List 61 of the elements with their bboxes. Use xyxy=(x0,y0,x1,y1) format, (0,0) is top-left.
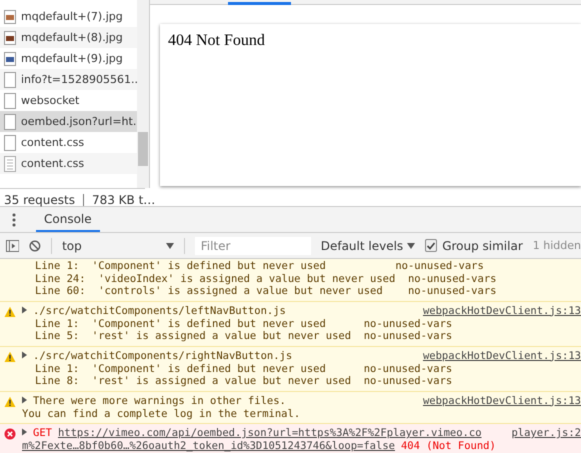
warning-icon xyxy=(4,396,16,408)
url-link[interactable]: https://vimeo.com/api/oembed.json?url=https%3A%2F%2Fplayer.vimeo.co xyxy=(58,427,482,440)
expand-icon xyxy=(21,306,28,314)
image-file-icon xyxy=(4,10,16,24)
file-icon xyxy=(4,114,16,130)
message-text: ./src/watchitComponents/rightNavButton.js xyxy=(33,350,292,362)
warning-line: Line 1: 'Component' is defined but never used no-unused-vars xyxy=(34,260,485,272)
warning-line: Line 5: 'rest' is assigned a value but never used no-unused-vars xyxy=(34,330,454,344)
image-file-icon xyxy=(4,52,16,66)
file-icon xyxy=(4,92,16,108)
summary-text: 35 requests xyxy=(4,192,75,206)
image-file-icon xyxy=(4,30,16,44)
request-name: websocket xyxy=(21,94,80,107)
source-link[interactable]: webpackHotDevClient.js:13 xyxy=(422,304,581,317)
request-row[interactable]: mqdefault+(8).jpg xyxy=(0,27,137,48)
request-row[interactable]: info?t=1528905561.. xyxy=(0,69,137,90)
request-method: GET xyxy=(33,427,52,440)
summary-text: 783 KB t… xyxy=(92,192,156,206)
scrollbar[interactable] xyxy=(137,0,149,188)
clear-icon[interactable] xyxy=(29,238,42,252)
request-name: mqdefault+(8).jpg xyxy=(21,31,123,44)
checkbox-label: Group similar xyxy=(442,238,523,252)
checkbox[interactable] xyxy=(425,239,438,252)
request-name: mqdefault+(9).jpg xyxy=(21,52,123,65)
request-row[interactable]: oembed.json?url=ht. xyxy=(0,111,137,132)
request-name: info?t=1528905561.. xyxy=(21,73,137,86)
request-row[interactable]: content.css xyxy=(0,153,137,174)
source-link[interactable]: webpackHotDevClient.js:13 xyxy=(422,394,581,407)
message-text: You can find a complete log in the terminal. xyxy=(21,408,302,422)
expand-icon xyxy=(21,428,28,436)
source-link[interactable]: webpackHotDevClient.js:13 xyxy=(422,350,581,362)
hidden-count: 1 hidden xyxy=(532,239,581,252)
levels-dropdown[interactable]: Default levels xyxy=(320,238,416,252)
warning-line: Line 1: 'Component' is defined but never used no-unused-vars xyxy=(34,318,454,330)
console-tab[interactable]: Console xyxy=(36,207,100,232)
warning-line: Line 60: 'controls' is assigned a value but never used no-unused-vars xyxy=(34,285,498,299)
page-heading: 404 Not Found xyxy=(167,31,266,51)
request-name: content.css xyxy=(21,157,84,170)
filter-field[interactable]: Filter xyxy=(194,236,311,254)
url-link[interactable]: m%2Fexte…8bf0b60…%26oauth2_token_id%3D1051243746&loop=false xyxy=(22,440,395,452)
warning-line: Line 24: 'videoIndex' is assigned a value but never used no-unused-vars xyxy=(34,272,498,285)
message-text: There were more warnings in other files. xyxy=(33,394,286,406)
request-name: oembed.json?url=ht. xyxy=(21,115,136,128)
status-text: 404 (Not Found) xyxy=(400,440,496,452)
file-icon xyxy=(4,134,16,150)
expand-icon xyxy=(21,396,28,404)
error-icon xyxy=(4,428,16,440)
warning-line: Line 1: 'Component' is defined but never used no-unused-vars xyxy=(34,362,454,375)
context-dropdown[interactable]: top xyxy=(62,238,174,252)
document-icon xyxy=(4,156,16,172)
warning-icon xyxy=(4,350,16,362)
file-icon xyxy=(4,72,16,88)
message-text: ./src/watchitComponents/leftNavButton.js xyxy=(33,304,286,316)
source-link[interactable]: player.js:2 xyxy=(511,427,581,440)
request-name: mqdefault+(7).jpg xyxy=(21,10,123,23)
warning-icon xyxy=(4,306,16,318)
expand-icon xyxy=(21,350,28,358)
request-name: content.css xyxy=(21,136,84,149)
more-icon[interactable] xyxy=(12,212,16,226)
sidebar-toggle-icon[interactable] xyxy=(6,238,20,252)
warning-line: Line 8: 'rest' is assigned a value but never used no-unused-vars xyxy=(34,375,454,389)
